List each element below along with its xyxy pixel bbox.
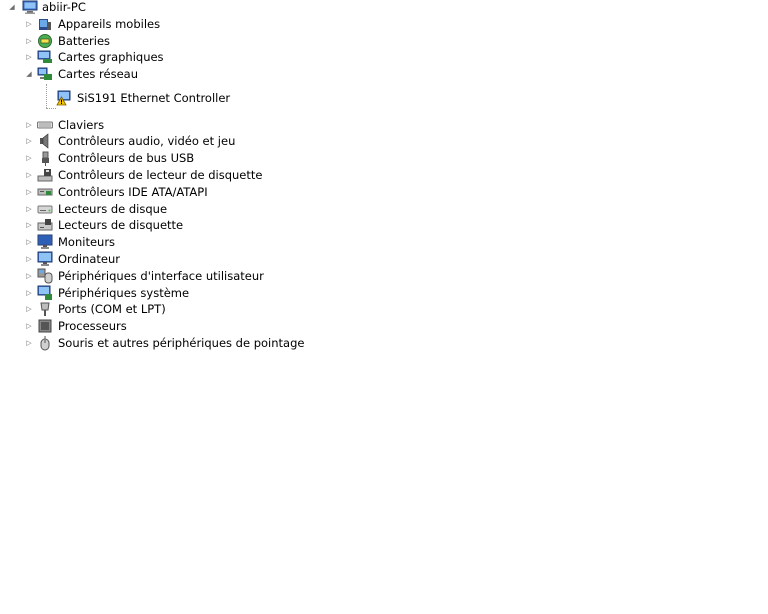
tree-category-label: Contrôleurs audio, vidéo et jeu <box>58 134 236 148</box>
tree-category[interactable]: ▷ Cartes graphiques <box>25 49 325 66</box>
tree-category[interactable]: ▷ Batteries <box>25 33 325 50</box>
tree-category-label: Ports (COM et LPT) <box>58 302 166 316</box>
tree-category[interactable]: ▷ Moniteurs <box>25 234 325 251</box>
expand-toggle[interactable]: ▷ <box>25 201 33 218</box>
expand-toggle[interactable]: ▷ <box>25 217 33 234</box>
usb-icon <box>37 150 53 166</box>
tree-category[interactable]: ▷ Ordinateur <box>25 251 325 268</box>
ide-controller-icon <box>37 184 53 200</box>
tree-connector <box>46 84 47 108</box>
disk-drive-icon <box>37 201 53 217</box>
floppy-drive-icon <box>37 217 53 233</box>
tree-category-label: Lecteurs de disquette <box>58 218 184 232</box>
expand-toggle[interactable]: ▷ <box>25 234 33 251</box>
tree-category-label: Lecteurs de disque <box>58 202 168 216</box>
system-device-icon <box>37 285 53 301</box>
expand-toggle[interactable]: ▷ <box>25 301 33 318</box>
processor-icon <box>37 318 53 334</box>
keyboard-icon <box>37 117 53 133</box>
tree-category[interactable]: ▷ Ports (COM et LPT) <box>25 301 325 318</box>
battery-icon <box>37 33 53 49</box>
monitor-icon <box>37 234 53 250</box>
expand-toggle[interactable]: ▷ <box>25 251 33 268</box>
tree-category-label: Périphériques d'interface utilisateur <box>58 269 264 283</box>
tree-category[interactable]: ▷ Appareils mobiles <box>25 16 325 33</box>
port-icon <box>37 301 53 317</box>
tree-category[interactable]: ▷ Claviers <box>25 117 325 134</box>
tree-category[interactable]: ▷ Processeurs <box>25 318 325 335</box>
expand-toggle[interactable]: ▷ <box>25 167 33 184</box>
tree-category-label: Cartes graphiques <box>58 50 164 64</box>
expand-toggle[interactable]: ▷ <box>25 285 33 302</box>
device-manager-tree: ◢ abiir-PC ▷ Appareils mobiles ▷ Batteries ▷… <box>0 0 768 614</box>
expand-toggle[interactable]: ▷ <box>25 133 33 150</box>
tree-category[interactable]: ▷ Lecteurs de disquette <box>25 217 325 234</box>
tree-category-label: Moniteurs <box>58 235 116 249</box>
tree-category-label: Ordinateur <box>58 252 121 266</box>
hid-icon <box>37 268 53 284</box>
network-warning-icon <box>56 90 72 106</box>
tree-category[interactable]: ◢ Cartes réseau <box>25 66 325 83</box>
expand-toggle[interactable]: ▷ <box>25 16 33 33</box>
display-adapter-icon <box>37 49 53 65</box>
expand-toggle[interactable]: ▷ <box>25 33 33 50</box>
computer-icon <box>22 0 38 15</box>
expand-toggle[interactable]: ▷ <box>25 184 33 201</box>
mouse-icon <box>37 335 53 351</box>
tree-category[interactable]: ▷ Contrôleurs audio, vidéo et jeu <box>25 133 325 150</box>
network-adapter-icon <box>37 66 53 82</box>
expand-toggle[interactable]: ▷ <box>25 49 33 66</box>
tree-category-label: Périphériques système <box>58 286 190 300</box>
tree-category-label: Contrôleurs de bus USB <box>58 151 195 165</box>
tree-root[interactable]: ◢ abiir-PC <box>6 0 126 16</box>
expand-toggle[interactable]: ▷ <box>25 318 33 335</box>
tree-category-label: Appareils mobiles <box>58 17 161 31</box>
tree-category[interactable]: ▷ Souris et autres périphériques de point… <box>25 335 325 352</box>
tree-category-label: Contrôleurs de lecteur de disquette <box>58 168 263 182</box>
tree-category-label: Batteries <box>58 34 111 48</box>
tree-category-label: Contrôleurs IDE ATA/ATAPI <box>58 185 208 199</box>
expand-toggle[interactable]: ▷ <box>25 335 33 352</box>
tree-device-label: SiS191 Ethernet Controller <box>77 91 231 105</box>
tree-category-label: Cartes réseau <box>58 67 138 81</box>
floppy-controller-icon <box>37 167 53 183</box>
tree-connector <box>46 108 56 109</box>
mobile-device-icon <box>37 16 53 32</box>
speaker-icon <box>37 133 53 149</box>
tree-category[interactable]: ▷ Contrôleurs IDE ATA/ATAPI <box>25 184 325 201</box>
expand-toggle[interactable]: ▷ <box>25 117 33 134</box>
collapse-toggle[interactable]: ◢ <box>25 66 33 83</box>
tree-category[interactable]: ▷ Périphériques d'interface utilisateur <box>25 268 325 285</box>
tree-category-label: Claviers <box>58 118 105 132</box>
computer-icon <box>37 251 53 267</box>
tree-category[interactable]: ▷ Lecteurs de disque <box>25 201 325 218</box>
tree-category-label: Processeurs <box>58 319 127 333</box>
tree-category[interactable]: ▷ Contrôleurs de lecteur de disquette <box>25 167 325 184</box>
tree-root-label: abiir-PC <box>42 0 86 14</box>
collapse-toggle[interactable]: ◢ <box>8 0 16 16</box>
tree-device-item[interactable]: SiS191 Ethernet Controller <box>56 90 256 107</box>
tree-category[interactable]: ▷ Périphériques système <box>25 285 325 302</box>
tree-category-label: Souris et autres périphériques de pointa… <box>58 336 305 350</box>
tree-category[interactable]: ▷ Contrôleurs de bus USB <box>25 150 325 167</box>
expand-toggle[interactable]: ▷ <box>25 268 33 285</box>
expand-toggle[interactable]: ▷ <box>25 150 33 167</box>
